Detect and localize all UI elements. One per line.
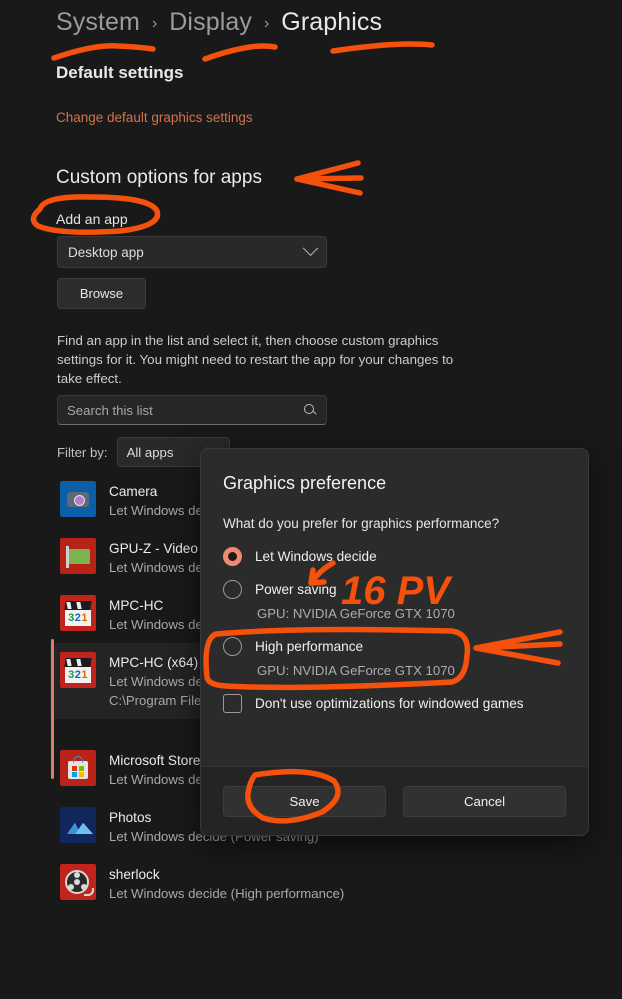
- dialog-title: Graphics preference: [223, 473, 387, 493]
- browse-button[interactable]: Browse: [57, 278, 146, 309]
- search-icon: [304, 403, 317, 417]
- chevron-down-icon: [302, 239, 319, 256]
- checkbox-icon[interactable]: [223, 694, 242, 713]
- app-type-value: Desktop app: [68, 244, 144, 260]
- app-subtitle: Let Windows decide (High performance): [109, 886, 345, 901]
- radio-option-high-performance[interactable]: High performance: [223, 637, 363, 656]
- breadcrumb-separator-icon: ›: [263, 15, 270, 32]
- underline-display: [202, 43, 278, 62]
- microsoft-store-app-icon: [60, 750, 96, 786]
- cancel-button[interactable]: Cancel: [403, 785, 566, 817]
- dialog-footer: Save Cancel: [201, 766, 588, 835]
- settings-graphics-page: System › Display › Graphics Default sett…: [0, 0, 622, 999]
- arrow-to-custom-options: [294, 160, 363, 196]
- radio-button-icon[interactable]: [223, 580, 242, 599]
- breadcrumb-item-system[interactable]: System: [56, 8, 140, 37]
- search-input[interactable]: Search this list: [57, 395, 327, 425]
- sherlock-app-icon: [60, 864, 96, 900]
- app-name: sherlock: [109, 867, 160, 882]
- breadcrumb-separator-icon: ›: [151, 15, 158, 32]
- filter-label: Filter by:: [57, 444, 108, 460]
- underline-graphics: [330, 41, 435, 54]
- search-placeholder: Search this list: [67, 402, 153, 418]
- windowed-games-optimization-checkbox[interactable]: Don't use optimizations for windowed gam…: [223, 694, 524, 713]
- dialog-question: What do you prefer for graphics performa…: [223, 516, 500, 531]
- graphics-preference-dialog: Graphics preference What do you prefer f…: [200, 448, 589, 836]
- radio-option-let-windows-decide[interactable]: Let Windows decide: [223, 547, 377, 566]
- radio-option-power-saving[interactable]: Power saving: [223, 580, 337, 599]
- list-item[interactable]: sherlock Let Windows decide (High perfor…: [50, 855, 370, 912]
- filter-value: All apps: [126, 444, 174, 460]
- underline-system: [51, 43, 156, 61]
- gpu-info-power-saving: GPU: NVIDIA GeForce GTX 1070: [257, 606, 455, 621]
- add-an-app-label: Add an app: [56, 211, 128, 227]
- breadcrumb-item-display[interactable]: Display: [169, 8, 252, 37]
- radio-button-icon[interactable]: [223, 637, 242, 656]
- arrow-to-custom-options-shaft: [294, 175, 364, 182]
- mpc-hc-x64-app-icon: 321: [60, 652, 96, 688]
- photos-app-icon: [60, 807, 96, 843]
- gpu-info-high-performance: GPU: NVIDIA GeForce GTX 1070: [257, 663, 455, 678]
- default-settings-heading: Default settings: [56, 63, 184, 82]
- help-text: Find an app in the list and select it, t…: [57, 333, 454, 386]
- radio-label: Let Windows decide: [255, 549, 377, 564]
- change-default-graphics-settings-link[interactable]: Change default graphics settings: [56, 110, 253, 125]
- app-type-dropdown[interactable]: Desktop app: [57, 236, 327, 268]
- checkbox-label: Don't use optimizations for windowed gam…: [255, 696, 524, 711]
- gpuz-app-icon: [60, 538, 96, 574]
- save-button[interactable]: Save: [223, 785, 386, 817]
- camera-app-icon: [60, 481, 96, 517]
- list-item-text: sherlock Let Windows decide (High perfor…: [109, 864, 344, 903]
- custom-options-heading: Custom options for apps: [56, 167, 262, 188]
- radio-button-icon[interactable]: [223, 547, 242, 566]
- radio-label: Power saving: [255, 582, 337, 597]
- mpc-hc-app-icon: 321: [60, 595, 96, 631]
- breadcrumb: System › Display › Graphics: [56, 8, 382, 37]
- radio-label: High performance: [255, 639, 364, 654]
- breadcrumb-item-graphics[interactable]: Graphics: [281, 8, 382, 37]
